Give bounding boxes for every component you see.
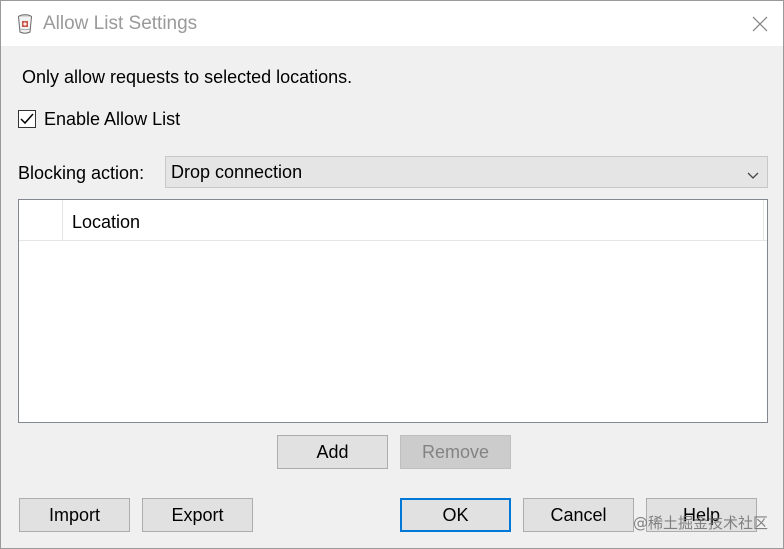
import-button[interactable]: Import: [19, 498, 130, 532]
bucket-icon: [15, 13, 35, 35]
location-list[interactable]: Location: [18, 199, 768, 423]
close-button[interactable]: [737, 1, 783, 46]
enable-allow-list-checkbox[interactable]: Enable Allow List: [18, 108, 180, 130]
export-button[interactable]: Export: [142, 498, 253, 532]
checkbox-box[interactable]: [18, 110, 36, 128]
blocking-action-value: Drop connection: [171, 162, 303, 182]
header-divider: [763, 200, 764, 240]
chevron-down-icon: [747, 167, 759, 179]
blocking-action-select[interactable]: Drop connection: [165, 156, 768, 188]
list-header-column-location[interactable]: Location: [72, 211, 140, 233]
blocking-action-label: Blocking action:: [18, 163, 145, 183]
remove-button[interactable]: Remove: [400, 435, 511, 469]
help-button[interactable]: Help: [646, 498, 757, 532]
ok-button[interactable]: OK: [400, 498, 511, 532]
close-icon: [752, 16, 768, 31]
cancel-button[interactable]: Cancel: [523, 498, 634, 532]
enable-allow-list-label[interactable]: Enable Allow List: [44, 108, 180, 130]
checkmark-icon: [20, 113, 34, 125]
description-text: Only allow requests to selected location…: [22, 67, 353, 87]
dialog-window: Allow List Settings Only allow requests …: [0, 0, 784, 549]
list-header-column-blank[interactable]: [19, 200, 63, 240]
title-bar[interactable]: Allow List Settings: [1, 1, 783, 46]
add-button[interactable]: Add: [277, 435, 388, 469]
window-title: Allow List Settings: [43, 13, 198, 34]
list-header: Location: [19, 200, 767, 241]
